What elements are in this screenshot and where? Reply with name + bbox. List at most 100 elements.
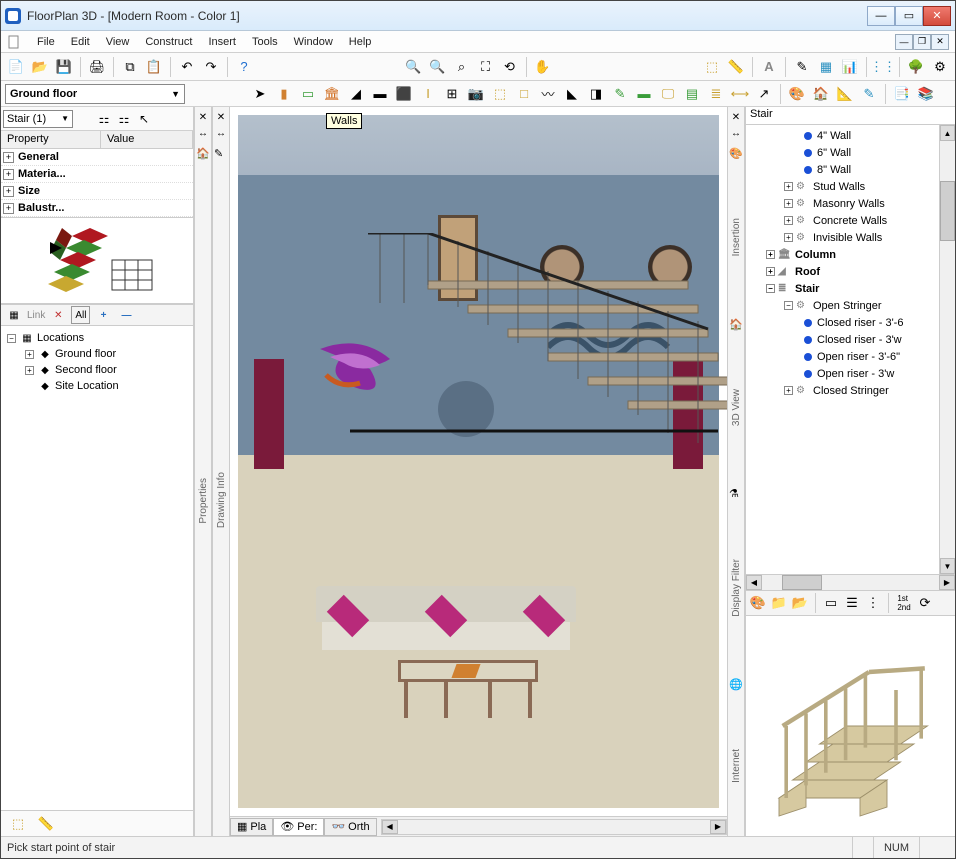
- toggle-arrows-icon[interactable]: ↔: [215, 127, 227, 139]
- zoom-extents-icon[interactable]: ⛶: [475, 56, 497, 78]
- view3d-icon[interactable]: ⬚: [701, 56, 723, 78]
- expand-icon[interactable]: +: [784, 199, 793, 208]
- minimize-button[interactable]: —: [867, 6, 895, 26]
- roof-icon[interactable]: ◢: [345, 83, 367, 105]
- filter2-icon[interactable]: ⚏: [115, 110, 133, 128]
- filter1-icon[interactable]: ⚏: [95, 110, 113, 128]
- cat-item-open-36[interactable]: Open riser - 3'-6": [748, 348, 937, 365]
- pencil-small-icon[interactable]: ✎: [214, 147, 228, 161]
- folder-icon[interactable]: 📁: [770, 594, 788, 612]
- cat-item-stud[interactable]: +⚙Stud Walls: [748, 178, 937, 195]
- toggle-arrows-icon[interactable]: ↔: [197, 127, 209, 139]
- scroll-thumb[interactable]: [940, 181, 955, 241]
- view3d-tab-label[interactable]: 3D View: [731, 383, 742, 432]
- view-list-icon[interactable]: ☰: [843, 594, 861, 612]
- remove-icon[interactable]: —: [116, 306, 136, 324]
- menu-insert[interactable]: Insert: [200, 34, 244, 50]
- open-icon[interactable]: 📂: [29, 56, 51, 78]
- menu-construct[interactable]: Construct: [137, 34, 200, 50]
- tab-perspective[interactable]: 👁Per:: [273, 818, 324, 836]
- scroll-up-icon[interactable]: ▲: [940, 125, 955, 141]
- grid-icon[interactable]: ⋮⋮: [872, 56, 894, 78]
- text-tool-icon[interactable]: A: [758, 56, 780, 78]
- scroll-down-icon[interactable]: ▼: [940, 558, 955, 574]
- container-icon[interactable]: □: [513, 83, 535, 105]
- tree-item-ground[interactable]: + ◆ Ground floor: [3, 346, 191, 362]
- expand-icon[interactable]: +: [3, 186, 14, 197]
- scroll-thumb[interactable]: [782, 575, 822, 590]
- cat-item-concrete[interactable]: +⚙Concrete Walls: [748, 212, 937, 229]
- cat-item-closed-stringer[interactable]: +⚙Closed Stringer: [748, 382, 937, 399]
- terrain-icon[interactable]: ▬: [633, 83, 655, 105]
- view-large-icon[interactable]: ▭: [822, 594, 840, 612]
- copy-icon[interactable]: ⧉: [119, 56, 141, 78]
- ruler-tool-icon[interactable]: 📐: [834, 83, 856, 105]
- room-icon[interactable]: ▭: [297, 83, 319, 105]
- edit2-icon[interactable]: ✎: [858, 83, 880, 105]
- scroll-left-icon[interactable]: ◀: [746, 575, 762, 590]
- scroll-right-icon[interactable]: ▶: [939, 575, 955, 590]
- wall-icon[interactable]: ▮: [273, 83, 295, 105]
- level-select[interactable]: Ground floor ▼: [5, 84, 185, 104]
- collapse-icon[interactable]: −: [766, 284, 775, 293]
- close-panel-icon[interactable]: ✕: [215, 111, 227, 123]
- catalog-vertical-scrollbar[interactable]: ▲ ▼: [939, 125, 955, 574]
- undo-icon[interactable]: ↶: [176, 56, 198, 78]
- property-col-header[interactable]: Property: [1, 131, 101, 148]
- collapse-icon[interactable]: −: [784, 301, 793, 310]
- cat-item-column[interactable]: +🏛Column: [748, 246, 937, 263]
- paint-icon[interactable]: 🎨: [749, 594, 767, 612]
- cat-item-open-stringer[interactable]: −⚙Open Stringer: [748, 297, 937, 314]
- cube-icon[interactable]: ⬚: [7, 813, 29, 835]
- 3d-canvas[interactable]: Walls: [230, 107, 727, 816]
- menu-edit[interactable]: Edit: [63, 34, 98, 50]
- cat-item-6wall[interactable]: 6" Wall: [748, 144, 937, 161]
- curve-icon[interactable]: 〰: [537, 83, 559, 105]
- cat-item-closed-3w[interactable]: Closed riser - 3'w: [748, 331, 937, 348]
- zoom-window-icon[interactable]: ⌕: [451, 56, 473, 78]
- box-icon[interactable]: ⬚: [489, 83, 511, 105]
- paint-small-icon[interactable]: 🎨: [729, 147, 743, 161]
- cat-item-8wall[interactable]: 8" Wall: [748, 161, 937, 178]
- house-small-icon[interactable]: 🏠: [729, 318, 743, 332]
- paste-icon[interactable]: 📋: [143, 56, 165, 78]
- beam-icon[interactable]: I: [417, 83, 439, 105]
- property-row-material[interactable]: +Materia...: [1, 166, 193, 183]
- internet-tab-label[interactable]: Internet: [731, 743, 742, 789]
- expand-icon[interactable]: +: [784, 386, 793, 395]
- collapse-icon[interactable]: −: [7, 334, 16, 343]
- toggle-arrows-icon[interactable]: ↔: [730, 127, 742, 139]
- scroll-right-icon[interactable]: ▶: [710, 820, 726, 834]
- zoom-previous-icon[interactable]: ⟲: [499, 56, 521, 78]
- expand-icon[interactable]: +: [766, 267, 775, 276]
- maximize-button[interactable]: ▭: [895, 6, 923, 26]
- expand-icon[interactable]: +: [25, 366, 34, 375]
- expand-icon[interactable]: +: [3, 169, 14, 180]
- expand-icon[interactable]: +: [3, 203, 14, 214]
- scroll-left-icon[interactable]: ◀: [382, 820, 398, 834]
- house-small-icon[interactable]: 🏠: [196, 147, 210, 161]
- properties-tab-label[interactable]: Properties: [198, 472, 209, 530]
- grid-small-icon[interactable]: ▦: [4, 306, 24, 324]
- expand-icon[interactable]: +: [784, 182, 793, 191]
- zoom-in-icon[interactable]: 🔍: [403, 56, 425, 78]
- expand-icon[interactable]: +: [784, 216, 793, 225]
- cat-item-masonry[interactable]: +⚙Masonry Walls: [748, 195, 937, 212]
- property-row-general[interactable]: +General: [1, 149, 193, 166]
- edit-tool-icon[interactable]: ✎: [609, 83, 631, 105]
- cat-item-invisible[interactable]: +⚙Invisible Walls: [748, 229, 937, 246]
- camera-icon[interactable]: 📷: [465, 83, 487, 105]
- tree-item-second[interactable]: + ◆ Second floor: [3, 362, 191, 378]
- slab-icon[interactable]: ▬: [369, 83, 391, 105]
- menu-window[interactable]: Window: [286, 34, 341, 50]
- window-icon[interactable]: ⊞: [441, 83, 463, 105]
- cat-item-stair[interactable]: −≣Stair: [748, 280, 937, 297]
- prism-icon[interactable]: ◨: [585, 83, 607, 105]
- pointer-icon[interactable]: ➤: [249, 83, 271, 105]
- tree-root-locations[interactable]: − ▦ Locations: [3, 330, 191, 346]
- expand-icon[interactable]: +: [766, 250, 775, 259]
- tab-plan[interactable]: ▦Pla: [230, 818, 273, 836]
- save-icon[interactable]: 💾: [53, 56, 75, 78]
- all-button[interactable]: All: [71, 306, 90, 324]
- pan-icon[interactable]: ✋: [532, 56, 554, 78]
